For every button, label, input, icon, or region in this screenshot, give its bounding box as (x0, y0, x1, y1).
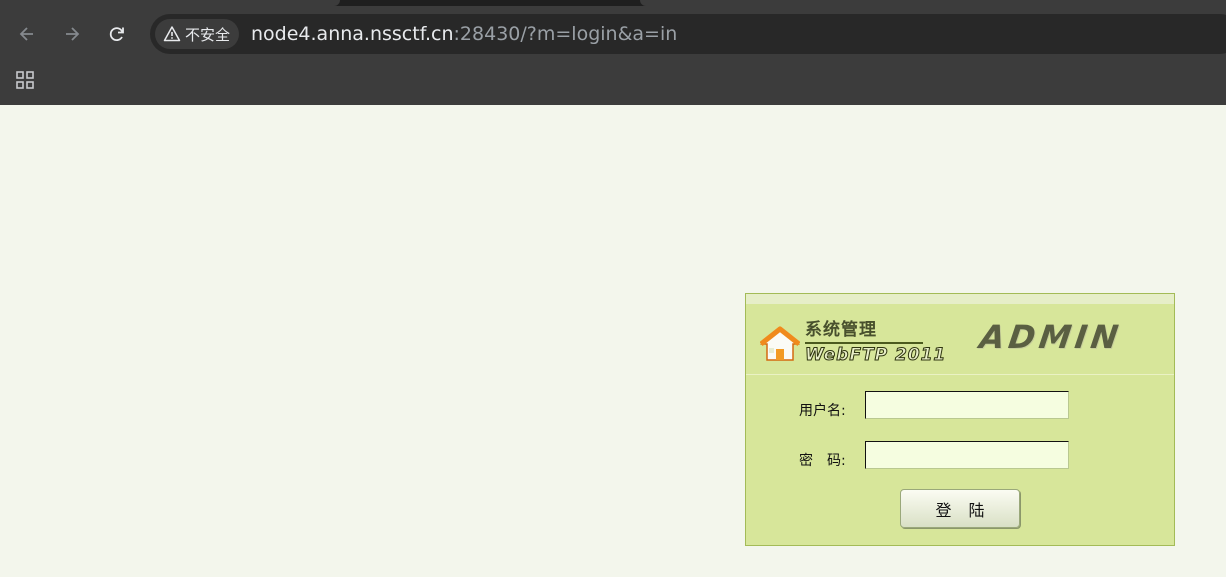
back-button[interactable] (11, 18, 43, 50)
url-host: node4.anna.nssctf.cn (251, 23, 454, 45)
login-header: 系统管理 WebFTP 2011 ADMIN (746, 304, 1174, 375)
security-label: 不安全 (185, 25, 231, 44)
url-text[interactable]: node4.anna.nssctf.cn:28430/?m=login&a=in (251, 23, 677, 45)
panel-top-strip (746, 294, 1174, 304)
password-label: 密 码: (799, 453, 846, 469)
brand-divider (805, 342, 923, 344)
house-icon (760, 326, 800, 361)
address-bar[interactable]: 不安全 node4.anna.nssctf.cn:28430/?m=login&… (150, 14, 1226, 54)
arrow-left-icon (19, 27, 33, 41)
password-input[interactable] (865, 441, 1069, 469)
username-input[interactable] (865, 391, 1069, 419)
login-button[interactable]: 登 陆 (900, 489, 1020, 528)
reload-icon (109, 27, 124, 42)
warning-triangle-icon (163, 26, 181, 42)
brand-title: 系统管理 (805, 320, 877, 340)
username-label: 用户名: (799, 403, 846, 419)
arrow-right-icon (66, 27, 80, 41)
apps-button[interactable] (15, 70, 35, 94)
url-path: :28430/?m=login&a=in (453, 23, 678, 45)
security-indicator[interactable]: 不安全 (155, 19, 240, 49)
browser-toolbar: 不安全 node4.anna.nssctf.cn:28430/?m=login&… (0, 6, 1226, 62)
bookmarks-bar (0, 62, 1226, 105)
admin-badge: ADMIN (977, 318, 1125, 356)
forward-button[interactable] (56, 18, 88, 50)
brand-subtitle: WebFTP 2011 (804, 345, 947, 366)
apps-grid-icon (16, 71, 34, 89)
login-panel: 系统管理 WebFTP 2011 ADMIN 用户名: 密 码: 登 陆 (745, 293, 1175, 546)
reload-button[interactable] (101, 18, 133, 50)
